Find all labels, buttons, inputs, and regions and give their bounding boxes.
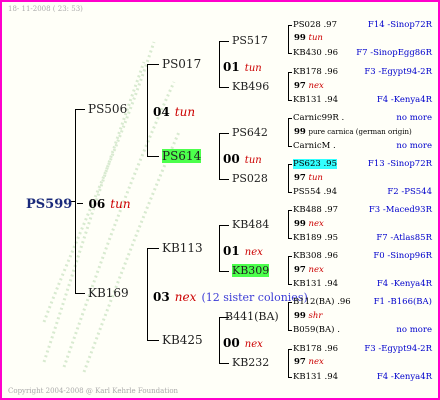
gen4-queen-4[interactable]: KB131 .94 xyxy=(293,95,338,105)
gen3-queen-7[interactable]: B441(BA) xyxy=(225,310,279,323)
gen2-year-3: 01 nex xyxy=(223,244,263,258)
gen4-origin-5: no more xyxy=(396,113,432,123)
gen1-year-1: 04 tun xyxy=(153,105,196,119)
gen4-origin-10: F7 -Atlas85R xyxy=(376,233,432,243)
root-year: tun xyxy=(110,197,131,211)
gen4-queen-9[interactable]: KB488 .97 xyxy=(293,205,338,215)
gen1-queen-2[interactable]: KB169 xyxy=(88,286,129,300)
gen3-year-1: 99 tun xyxy=(294,33,323,43)
gen4-queen-10[interactable]: KB189 .95 xyxy=(293,233,338,243)
gen4-origin-8: F2 -PS544 xyxy=(387,187,432,197)
gen4-queen-1[interactable]: PS028 .97 xyxy=(293,20,337,30)
gen3-queen-6[interactable]: KB309 xyxy=(232,264,270,277)
gen3-queen-2[interactable]: KB496 xyxy=(232,80,269,93)
gen3-year-8: 97 nex xyxy=(294,357,324,367)
root-name[interactable]: PS599 xyxy=(26,197,72,212)
gen4-queen-2[interactable]: KB430 .96 xyxy=(293,48,338,58)
sister-colonies-note: (12 sister colonies) xyxy=(201,291,308,304)
gen4-queen-3[interactable]: KB178 .96 xyxy=(293,67,338,77)
gen3-queen-1[interactable]: PS517 xyxy=(232,34,268,47)
gen4-origin-14: no more xyxy=(396,325,432,335)
gen3-queen-8[interactable]: KB232 xyxy=(232,356,269,369)
gen4-origin-16: F4 -Kenya4R xyxy=(376,372,432,382)
gen4-origin-4: F4 -Kenya4R xyxy=(376,95,432,105)
gen4-origin-15: F3 -Egypt94-2R xyxy=(364,344,432,354)
gen4-origin-7: F13 -Sinop72R xyxy=(367,159,432,169)
gen4-origin-1: F14 -Sinop72R xyxy=(367,20,432,30)
gen4-queen-5[interactable]: Carnic99R . xyxy=(293,113,344,123)
root-num: 06 xyxy=(88,197,106,211)
gen2-year-4: 00 nex xyxy=(223,336,263,350)
gen4-queen-12[interactable]: KB131 .94 xyxy=(293,279,338,289)
gen3-year-4: 97 tun xyxy=(294,173,323,183)
gen3-year-5: 99 nex xyxy=(294,219,324,229)
gen4-queen-16[interactable]: KB131 .94 xyxy=(293,372,338,382)
gen2-queen-1[interactable]: PS017 xyxy=(162,57,201,71)
gen4-queen-7[interactable]: PS623 .95 xyxy=(293,159,337,169)
gen3-queen-4[interactable]: PS028 xyxy=(232,172,268,185)
gen4-queen-15[interactable]: KB178 .96 xyxy=(293,344,338,354)
gen4-origin-13: F1 -B166(BA) xyxy=(373,297,432,307)
gen4-queen-8[interactable]: PS554 .94 xyxy=(293,187,337,197)
gen4-origin-9: F3 -Maced93R xyxy=(368,205,432,215)
gen4-origin-2: F7 -SinopEgg86R xyxy=(356,48,432,58)
gen1-queen-1[interactable]: PS506 xyxy=(88,102,127,116)
root-queen[interactable]: PS599 06 tun xyxy=(26,193,131,212)
copyright-footer: Copyright 2004-2008 @ Karl Kehrle Founda… xyxy=(8,387,179,395)
gen4-queen-14[interactable]: B059(BA) . xyxy=(293,325,340,335)
gen2-queen-2[interactable]: PS614 xyxy=(162,149,202,163)
pedigree-frame: 18- 11-2008 ( 23: 53) Copyright 2004-200… xyxy=(0,0,440,400)
gen4-queen-11[interactable]: KB308 .96 xyxy=(293,251,338,261)
gen2-year-2: 00 tun xyxy=(223,152,262,166)
gen3-year-7: 99 shr xyxy=(294,311,323,321)
timestamp-header: 18- 11-2008 ( 23: 53) xyxy=(8,5,83,13)
gen4-queen-6[interactable]: CarnicM . xyxy=(293,141,336,151)
gen4-origin-6: no more xyxy=(396,141,432,151)
gen1-year-2: 03 nex (12 sister colonies) xyxy=(153,290,308,304)
gen4-origin-11: F0 -Sinop96R xyxy=(373,251,432,261)
gen2-queen-4[interactable]: KB425 xyxy=(162,333,203,347)
gen3-queen-3[interactable]: PS642 xyxy=(232,126,268,139)
gen2-queen-3[interactable]: KB113 xyxy=(162,241,203,255)
gen3-year-6: 97 nex xyxy=(294,265,324,275)
gen2-year-1: 01 tun xyxy=(223,60,262,74)
gen4-origin-3: F3 -Egypt94-2R xyxy=(364,67,432,77)
gen3-queen-5[interactable]: KB484 xyxy=(232,218,269,231)
gen3-year-2: 97 nex xyxy=(294,81,324,91)
gen4-origin-12: F4 -Kenya4R xyxy=(376,279,432,289)
gen3-year-3: 99 pure carnica (german origin) xyxy=(294,127,412,137)
